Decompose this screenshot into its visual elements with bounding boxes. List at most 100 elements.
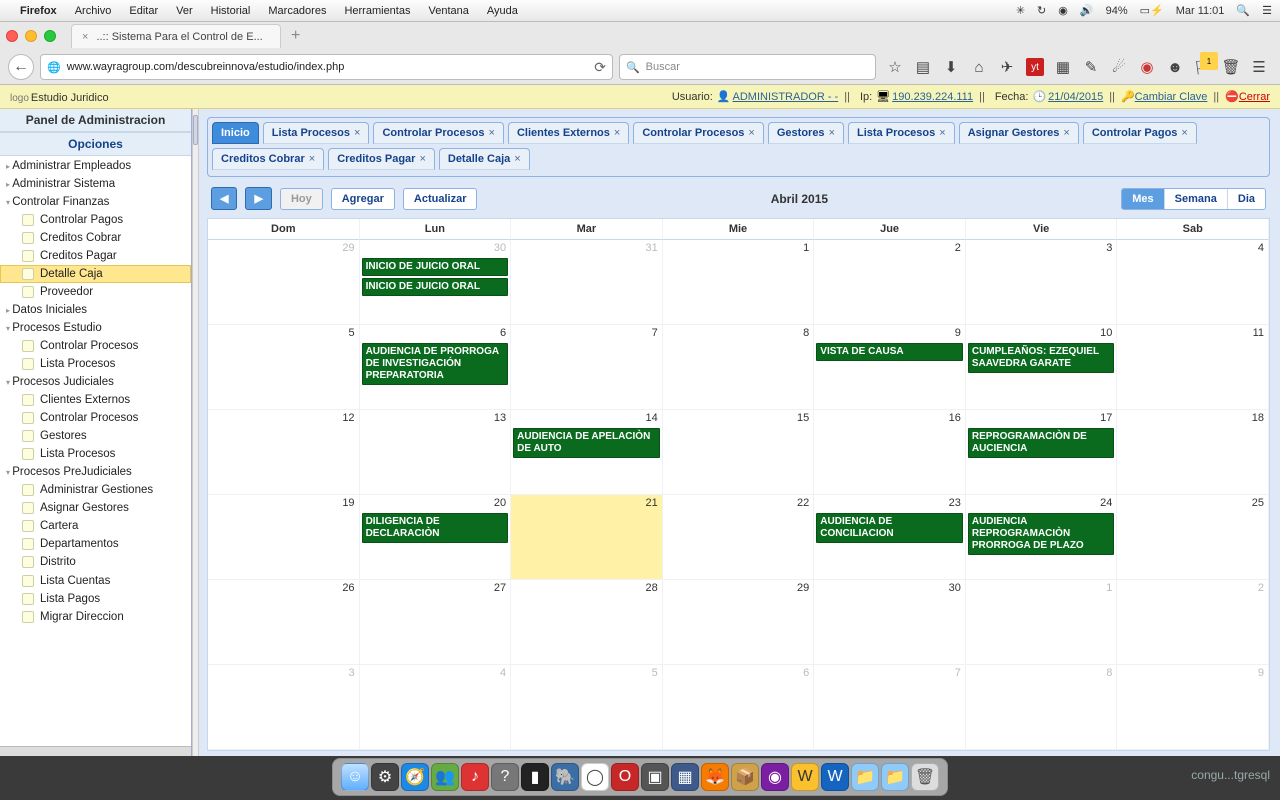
tree-folder[interactable]: Administrar Empleados xyxy=(0,157,191,175)
menu-historial[interactable]: Historial xyxy=(211,5,251,17)
calendar-cell[interactable]: 23AUDIENCIA DE CONCILIACION xyxy=(814,495,966,580)
trash-tool-icon[interactable]: 🗑 xyxy=(1222,58,1240,76)
window-close-button[interactable] xyxy=(6,30,18,42)
dock-terminal[interactable]: ▮ xyxy=(521,763,549,791)
calendar-cell[interactable]: 7 xyxy=(814,665,966,750)
menu-archivo[interactable]: Archivo xyxy=(75,5,112,17)
tree-item[interactable]: Distrito xyxy=(0,553,191,571)
calendar-cell[interactable]: 2 xyxy=(1117,580,1269,665)
tree-item[interactable]: Proveedor xyxy=(0,283,191,301)
calendar-cell[interactable]: 11 xyxy=(1117,325,1269,410)
flag-icon[interactable]: 🏳1 xyxy=(1194,58,1212,76)
calendar-cell[interactable]: 9 xyxy=(1117,665,1269,750)
dock-app1[interactable]: ▣ xyxy=(641,763,669,791)
cambiar-clave-link[interactable]: Cambiar Clave xyxy=(1135,91,1208,103)
calendar-cell[interactable]: 29 xyxy=(663,580,815,665)
tab-close-icon[interactable]: × xyxy=(354,127,360,139)
window-zoom-button[interactable] xyxy=(44,30,56,42)
grid-icon[interactable]: ▦ xyxy=(1054,58,1072,76)
menu-ver[interactable]: Ver xyxy=(176,5,193,17)
volume-icon[interactable]: 🔊 xyxy=(1080,4,1094,17)
tree-item[interactable]: Cartera xyxy=(0,517,191,535)
calendar-cell[interactable]: 5 xyxy=(511,665,663,750)
calendar-cell[interactable]: 19 xyxy=(208,495,360,580)
content-tab[interactable]: Creditos Pagar× xyxy=(328,148,435,170)
tab-close-icon[interactable]: × xyxy=(514,153,520,165)
dock-word[interactable]: W xyxy=(821,763,849,791)
spotlight-icon[interactable]: 🔍 xyxy=(1236,4,1250,17)
fecha-link[interactable]: 21/04/2015 xyxy=(1048,91,1103,103)
tab-close-icon[interactable]: × xyxy=(1063,127,1069,139)
reader-icon[interactable]: ▤ xyxy=(914,58,932,76)
calendar-event[interactable]: AUDIENCIA DE PRORROGA DE INVESTIGACIÓN P… xyxy=(362,343,509,385)
dock-safari[interactable]: 🧭 xyxy=(401,763,429,791)
tree-folder[interactable]: Datos Iniciales xyxy=(0,301,191,319)
calendar-event[interactable]: REPROGRAMACIÒN DE AUCIENCIA xyxy=(968,428,1115,458)
content-tab[interactable]: Controlar Procesos× xyxy=(633,122,764,144)
tree-item[interactable]: Gestores xyxy=(0,427,191,445)
tree-folder[interactable]: Procesos PreJudiciales xyxy=(0,463,191,481)
content-tab[interactable]: Creditos Cobrar× xyxy=(212,148,324,170)
calendar-cell[interactable]: 6AUDIENCIA DE PRORROGA DE INVESTIGACIÓN … xyxy=(360,325,512,410)
calendar-cell[interactable]: 3 xyxy=(966,240,1118,325)
calendar-cell[interactable]: 4 xyxy=(360,665,512,750)
calendar-cell[interactable]: 13 xyxy=(360,410,512,495)
calendar-cell[interactable]: 5 xyxy=(208,325,360,410)
calendar-event[interactable]: INICIO DE JUICIO ORAL xyxy=(362,278,509,296)
calendar-cell[interactable]: 1 xyxy=(663,240,815,325)
calendar-cell[interactable]: 17REPROGRAMACIÒN DE AUCIENCIA xyxy=(966,410,1118,495)
tree-item[interactable]: Lista Procesos xyxy=(0,445,191,463)
calendar-cell[interactable]: 6 xyxy=(663,665,815,750)
tab-close-icon[interactable]: × xyxy=(939,127,945,139)
calendar-cell[interactable]: 8 xyxy=(966,665,1118,750)
tree-folder[interactable]: Procesos Judiciales xyxy=(0,373,191,391)
content-tab[interactable]: Clientes Externos× xyxy=(508,122,629,144)
menu-editar[interactable]: Editar xyxy=(129,5,158,17)
tab-close-icon[interactable]: × xyxy=(748,127,754,139)
calendar-event[interactable]: AUDIENCIA DE APELACIÒN DE AUTO xyxy=(513,428,660,458)
home-icon[interactable]: ⌂ xyxy=(970,58,988,76)
calendar-event[interactable]: INICIO DE JUICIO ORAL xyxy=(362,258,509,276)
dock-settings[interactable]: ⚙ xyxy=(371,763,399,791)
tree-item[interactable]: Administrar Gestiones xyxy=(0,481,191,499)
tree-item[interactable]: Departamentos xyxy=(0,535,191,553)
tree-item[interactable]: Controlar Procesos xyxy=(0,409,191,427)
cerrar-link[interactable]: Cerrar xyxy=(1239,91,1270,103)
dock-box[interactable]: 📦 xyxy=(731,763,759,791)
wand-icon[interactable]: ☄ xyxy=(1110,58,1128,76)
notifications-icon[interactable]: ☰ xyxy=(1262,4,1272,17)
dock-wamp[interactable]: W xyxy=(791,763,819,791)
tree-item[interactable]: Asignar Gestores xyxy=(0,499,191,517)
calendar-cell[interactable]: 8 xyxy=(663,325,815,410)
ip-link[interactable]: 190.239.224.111 xyxy=(892,91,973,103)
calendar-cell[interactable]: 30INICIO DE JUICIO ORALINICIO DE JUICIO … xyxy=(360,240,512,325)
tree-item[interactable]: Detalle Caja xyxy=(0,265,191,283)
calendar-cell[interactable]: 15 xyxy=(663,410,815,495)
downloads-icon[interactable]: ⬇ xyxy=(942,58,960,76)
calendar-event[interactable]: AUDIENCIA DE CONCILIACION xyxy=(816,513,963,543)
content-tab[interactable]: Lista Procesos× xyxy=(263,122,370,144)
tree-folder[interactable]: Administrar Sistema xyxy=(0,175,191,193)
content-tab[interactable]: Detalle Caja× xyxy=(439,148,530,170)
tab-close-icon[interactable]: × xyxy=(82,31,88,43)
back-button[interactable]: ← xyxy=(8,54,34,80)
calendar-cell[interactable]: 26 xyxy=(208,580,360,665)
calendar-cell[interactable]: 25 xyxy=(1117,495,1269,580)
calendar-cell[interactable]: 9VISTA DE CAUSA xyxy=(814,325,966,410)
dock-firefox[interactable]: 🦊 xyxy=(701,763,729,791)
calendar-cell[interactable]: 18 xyxy=(1117,410,1269,495)
tab-close-icon[interactable]: × xyxy=(489,127,495,139)
calendar-event[interactable]: CUMPLEAÑOS: EZEQUIEL SAAVEDRA GARATE xyxy=(968,343,1115,373)
battery-icon[interactable]: ▭⚡ xyxy=(1140,4,1164,17)
calendar-cell[interactable]: 4 xyxy=(1117,240,1269,325)
tree-folder[interactable]: Controlar Finanzas xyxy=(0,193,191,211)
new-tab-button[interactable]: + xyxy=(291,27,300,45)
clock[interactable]: Mar 11:01 xyxy=(1176,5,1225,17)
calendar-cell[interactable]: 28 xyxy=(511,580,663,665)
dock-folder2[interactable]: 📁 xyxy=(881,763,909,791)
tree-item[interactable]: Creditos Cobrar xyxy=(0,229,191,247)
reload-icon[interactable]: ⟳ xyxy=(594,59,606,76)
menu-herramientas[interactable]: Herramientas xyxy=(344,5,410,17)
tree-item[interactable]: Controlar Pagos xyxy=(0,211,191,229)
bookmark-star-icon[interactable]: ☆ xyxy=(886,58,904,76)
